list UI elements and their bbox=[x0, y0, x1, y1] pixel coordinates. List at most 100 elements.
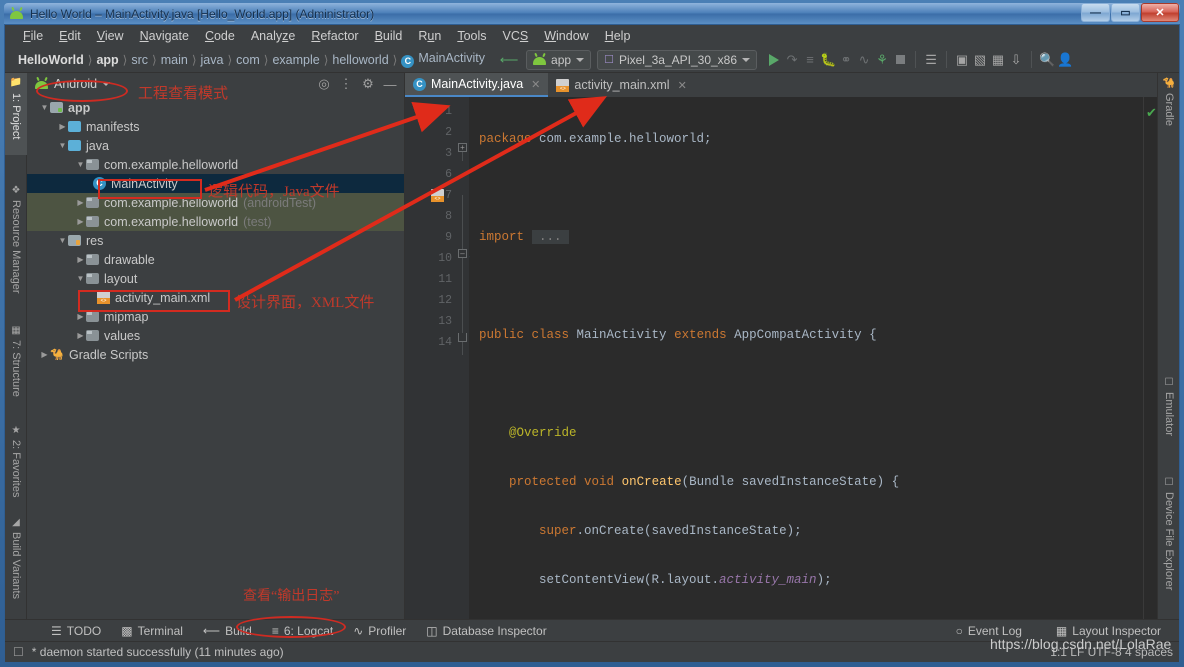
chevron-right-icon[interactable] bbox=[39, 350, 50, 359]
make-project-icon[interactable]: ⟵ bbox=[500, 51, 519, 69]
close-button[interactable]: ✕ bbox=[1141, 3, 1179, 22]
tree-item-layout[interactable]: layout bbox=[27, 269, 404, 288]
chevron-down-icon[interactable] bbox=[57, 236, 68, 245]
attach-debugger-icon[interactable]: ⚭ bbox=[837, 51, 855, 69]
bottom-tab-logcat[interactable]: ≡ 6: Logcat bbox=[262, 624, 343, 638]
menu-vcs[interactable]: VCS bbox=[495, 27, 537, 45]
bottom-tab-build[interactable]: ⟵ Build bbox=[193, 624, 262, 638]
tree-item-values[interactable]: values bbox=[27, 326, 404, 345]
menu-tools[interactable]: Tools bbox=[449, 27, 494, 45]
tree-item-res[interactable]: res bbox=[27, 231, 404, 250]
chevron-right-icon[interactable] bbox=[75, 312, 86, 321]
sidebar-item-resource-manager[interactable]: ❖ Resource Manager bbox=[5, 181, 27, 309]
sidebar-item-emulator[interactable]: ☐ Emulator bbox=[1158, 373, 1180, 465]
tree-item-manifests[interactable]: manifests bbox=[27, 117, 404, 136]
layout-inspector-icon[interactable]: ▧ bbox=[971, 51, 989, 69]
editor-fold-column[interactable]: + – bbox=[457, 97, 469, 619]
sidebar-item-device-file-explorer[interactable]: ☐ Device File Explorer bbox=[1158, 473, 1180, 613]
project-tree[interactable]: app manifests java c bbox=[27, 95, 404, 619]
chevron-down-icon[interactable] bbox=[39, 103, 50, 112]
sidebar-item-gradle[interactable]: 🐪 Gradle bbox=[1158, 73, 1180, 147]
chevron-right-icon[interactable] bbox=[75, 331, 86, 340]
apply-changes-icon[interactable]: ↷ bbox=[783, 51, 801, 69]
fold-collapse-icon[interactable]: – bbox=[458, 249, 467, 258]
menu-help[interactable]: Help bbox=[597, 27, 639, 45]
tree-item-package-test[interactable]: com.example.helloworld (test) bbox=[27, 212, 404, 231]
bottom-tab-profiler[interactable]: ∿ Profiler bbox=[343, 624, 416, 638]
user-avatar-icon[interactable]: 👤 bbox=[1056, 51, 1074, 69]
menu-refactor[interactable]: Refactor bbox=[303, 27, 366, 45]
breadcrumb-example[interactable]: example bbox=[269, 53, 322, 67]
run-coverage-icon[interactable]: ⚘ bbox=[873, 51, 891, 69]
breadcrumb-app[interactable]: app bbox=[93, 53, 121, 67]
locate-icon[interactable]: ◎ bbox=[316, 76, 332, 92]
menu-build[interactable]: Build bbox=[367, 27, 411, 45]
settings-gear-icon[interactable]: ⚙ bbox=[360, 76, 376, 92]
sync-gradle-icon[interactable]: ⇩ bbox=[1007, 51, 1025, 69]
breadcrumb-helloworld-pkg[interactable]: helloworld bbox=[329, 53, 391, 67]
breadcrumb-mainactivity[interactable]: C MainActivity bbox=[398, 51, 488, 68]
profiler-icon[interactable]: ∿ bbox=[855, 51, 873, 69]
tree-item-app[interactable]: app bbox=[27, 98, 404, 117]
tree-item-java[interactable]: java bbox=[27, 136, 404, 155]
tab-mainactivity-java[interactable]: C MainActivity.java ✕ bbox=[405, 73, 549, 97]
bottom-tab-layout-inspector[interactable]: ▦ Layout Inspector bbox=[1046, 624, 1171, 638]
debug-icon[interactable]: 🐛 bbox=[819, 51, 837, 69]
bottom-tab-terminal[interactable]: ▩ Terminal bbox=[111, 624, 193, 638]
status-caret-position[interactable]: 1:1 LF UTF-8 4 spaces bbox=[1050, 645, 1173, 659]
bottom-tab-event-log[interactable]: ○ Event Log bbox=[946, 624, 1032, 638]
sidebar-item-build-variants[interactable]: ◢ Build Variants bbox=[5, 513, 27, 615]
editor-gutter[interactable]: 1 2 3 6 7 8 9 10 ◎↑ bbox=[405, 97, 471, 619]
fold-expand-icon[interactable]: + bbox=[458, 143, 467, 152]
stop-icon[interactable] bbox=[891, 51, 909, 69]
run-configuration-selector[interactable]: app bbox=[526, 49, 592, 70]
breadcrumb-helloworld[interactable]: HelloWorld bbox=[15, 53, 87, 67]
project-view-selector[interactable]: Android bbox=[35, 77, 111, 91]
bottom-tab-database-inspector[interactable]: ◫ Database Inspector bbox=[416, 624, 556, 638]
device-file-explorer-icon[interactable]: ▦ bbox=[989, 51, 1007, 69]
menu-run[interactable]: Run bbox=[410, 27, 449, 45]
tree-item-gradle-scripts[interactable]: 🐪 Gradle Scripts bbox=[27, 345, 404, 364]
chevron-right-icon[interactable] bbox=[75, 217, 86, 226]
chevron-down-icon[interactable] bbox=[57, 141, 68, 150]
tree-item-drawable[interactable]: drawable bbox=[27, 250, 404, 269]
bottom-tab-todo[interactable]: ☰ TODO bbox=[41, 624, 111, 638]
tree-item-activity-main-xml[interactable]: activity_main.xml bbox=[27, 288, 404, 307]
chevron-right-icon[interactable] bbox=[75, 198, 86, 207]
sidebar-item-favorites[interactable]: ★ 2: Favorites bbox=[5, 421, 27, 509]
code-text[interactable]: package com.example.helloworld; import .… bbox=[469, 97, 1143, 619]
menu-code[interactable]: Code bbox=[197, 27, 243, 45]
menu-analyze[interactable]: Analyze bbox=[243, 27, 303, 45]
menu-file[interactable]: File bbox=[15, 27, 51, 45]
chevron-down-icon[interactable] bbox=[75, 160, 86, 169]
device-selector[interactable]: ☐ Pixel_3a_API_30_x86 bbox=[597, 49, 758, 70]
sidebar-item-structure[interactable]: ▦ 7: Structure bbox=[5, 321, 27, 407]
chevron-right-icon[interactable] bbox=[75, 255, 86, 264]
sidebar-item-project[interactable]: 📁 1: Project bbox=[5, 73, 27, 155]
search-icon[interactable]: 🔍 bbox=[1038, 51, 1056, 69]
menu-window[interactable]: Window bbox=[536, 27, 596, 45]
tree-item-mipmap[interactable]: mipmap bbox=[27, 307, 404, 326]
chevron-right-icon[interactable] bbox=[57, 122, 68, 131]
fold-end-icon[interactable] bbox=[458, 333, 467, 342]
breadcrumb-com[interactable]: com bbox=[233, 53, 263, 67]
tab-activity-main-xml[interactable]: activity_main.xml ✕ bbox=[548, 73, 694, 97]
tree-item-mainactivity[interactable]: C MainActivity bbox=[27, 174, 404, 193]
run-play-icon[interactable] bbox=[765, 51, 783, 69]
editor-inspection-margin[interactable]: ✔ bbox=[1143, 97, 1157, 619]
collapse-all-icon[interactable]: ⋮ bbox=[338, 76, 354, 92]
code-editor[interactable]: 1 2 3 6 7 8 9 10 ◎↑ bbox=[405, 97, 1157, 619]
menu-edit[interactable]: Edit bbox=[51, 27, 89, 45]
minimize-button[interactable]: — bbox=[1081, 3, 1110, 22]
tree-item-package-androidtest[interactable]: com.example.helloworld (androidTest) bbox=[27, 193, 404, 212]
tree-item-package-main[interactable]: com.example.helloworld bbox=[27, 155, 404, 174]
breadcrumb-java[interactable]: java bbox=[198, 53, 227, 67]
avd-manager-icon[interactable]: ▣ bbox=[953, 51, 971, 69]
hide-icon[interactable]: — bbox=[382, 77, 398, 92]
menu-navigate[interactable]: Navigate bbox=[132, 27, 197, 45]
menu-view[interactable]: View bbox=[89, 27, 132, 45]
maximize-button[interactable]: ▭ bbox=[1111, 3, 1140, 22]
chevron-down-icon[interactable] bbox=[75, 274, 86, 283]
apply-code-changes-icon[interactable]: ≡ bbox=[801, 51, 819, 69]
breadcrumb-main[interactable]: main bbox=[158, 53, 191, 67]
